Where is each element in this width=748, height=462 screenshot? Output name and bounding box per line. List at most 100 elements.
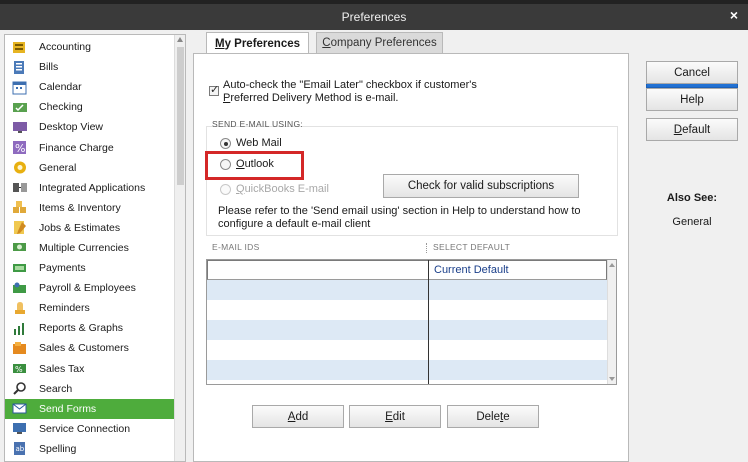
add-button[interactable]: Add	[252, 405, 344, 428]
close-icon[interactable]: ×	[730, 7, 738, 23]
svg-text:%: %	[15, 142, 25, 155]
sidebar-item-jobs-estimates[interactable]: Jobs & Estimates	[5, 218, 175, 238]
sidebar-item-payroll-employees[interactable]: Payroll & Employees	[5, 278, 175, 298]
tab-company-preferences[interactable]: Company Preferences	[316, 32, 443, 54]
help-button[interactable]: Help	[646, 88, 738, 111]
send-email-group-label: SEND E-MAIL USING:	[212, 119, 304, 129]
sidebar-item-label: Search	[39, 382, 73, 395]
reminders-icon	[11, 301, 29, 316]
sidebar-item-send-forms[interactable]: Send Forms	[5, 398, 175, 419]
sidebar-list: Accounting Bills Calendar Checking Desktop V…	[5, 37, 175, 459]
sidebar-item-items-inventory[interactable]: Items & Inventory	[5, 198, 175, 218]
sidebar-item-checking[interactable]: Checking	[5, 97, 175, 117]
sidebar-item-label: Payroll & Employees	[39, 282, 136, 295]
sidebar-item-finance-charge[interactable]: % Finance Charge	[5, 137, 175, 157]
also-see-title: Also See:	[666, 192, 718, 204]
title-bar: Preferences ×	[0, 0, 748, 30]
items-inventory-icon	[11, 200, 29, 215]
sidebar-item-label: Items & Inventory	[39, 201, 121, 214]
sidebar-item-label: Sales & Customers	[39, 342, 129, 355]
checking-icon	[11, 100, 29, 115]
my-preferences-panel	[193, 53, 629, 462]
sidebar-item-calendar[interactable]: Calendar	[5, 77, 175, 97]
sidebar-item-reports-graphs[interactable]: Reports & Graphs	[5, 318, 175, 338]
radio-quickbooks-email-label: QuickBooks E-mail	[236, 183, 329, 195]
sidebar-item-service-connection[interactable]: Service Connection	[5, 419, 175, 439]
sidebar-item-label: Calendar	[39, 81, 82, 94]
auto-check-label: Auto-check the "Email Later" checkbox if…	[223, 79, 523, 105]
table-row[interactable]	[207, 280, 607, 300]
scrollbar-thumb[interactable]	[177, 47, 184, 185]
sidebar-item-label: Bills	[39, 61, 59, 74]
table-row[interactable]	[207, 340, 607, 360]
finance-charge-icon: %	[11, 140, 29, 155]
edit-button[interactable]: Edit	[349, 405, 441, 428]
check-valid-subscriptions-button[interactable]: Check for valid subscriptions	[383, 174, 579, 198]
default-button[interactable]: Default	[646, 118, 738, 141]
sidebar-item-desktop-view[interactable]: Desktop View	[5, 117, 175, 137]
search-icon	[11, 381, 29, 396]
edit-accesskey: E	[385, 410, 393, 423]
sidebar-item-integrated-applications[interactable]: Integrated Applications	[5, 178, 175, 198]
sidebar-item-spelling[interactable]: ab Spelling	[5, 439, 175, 459]
tab-my-preferences-accesskey: M	[214, 37, 225, 50]
bills-icon	[11, 60, 29, 75]
spelling-icon: ab	[11, 441, 29, 456]
sidebar-item-label: Desktop View	[39, 121, 104, 134]
sales-customers-icon	[11, 341, 29, 356]
tab-my-preferences[interactable]: My Preferences	[206, 32, 309, 54]
radio-web-mail[interactable]	[220, 138, 231, 149]
tab-my-preferences-label: y Preferences	[224, 37, 301, 50]
auto-check-label-line1: Auto-check the "Email Later" checkbox if…	[223, 79, 477, 91]
sidebar-item-label: Multiple Currencies	[39, 241, 129, 254]
sidebar-item-search[interactable]: Search	[5, 379, 175, 399]
sidebar-item-reminders[interactable]: Reminders	[5, 298, 175, 318]
edit-label: dit	[392, 410, 405, 423]
table-row[interactable]	[207, 300, 607, 320]
calendar-icon	[11, 80, 29, 95]
sidebar-item-multiple-currencies[interactable]: Multiple Currencies	[5, 238, 175, 258]
column-header-email-ids: E-MAIL IDS	[212, 242, 260, 252]
sidebar-item-accounting[interactable]: Accounting	[5, 37, 175, 57]
send-forms-icon	[11, 401, 29, 416]
jobs-estimates-icon	[11, 220, 29, 235]
sidebar-item-general[interactable]: General	[5, 158, 175, 178]
sidebar-item-sales-customers[interactable]: Sales & Customers	[5, 338, 175, 358]
sidebar-item-sales-tax[interactable]: % Sales Tax	[5, 359, 175, 379]
sidebar-item-bills[interactable]: Bills	[5, 57, 175, 77]
radio-quickbooks-email	[220, 184, 231, 195]
sidebar-item-label: Finance Charge	[39, 141, 114, 154]
auto-check-email-later-checkbox[interactable]: ✓	[209, 84, 219, 96]
sidebar-item-label: Integrated Applications	[39, 181, 146, 194]
add-label: dd	[295, 410, 309, 423]
sidebar-item-label: Sales Tax	[39, 362, 85, 375]
tab-company-preferences-label: ompany Preferences	[330, 37, 437, 49]
scroll-up-icon[interactable]	[609, 263, 615, 267]
table-row[interactable]	[207, 320, 607, 340]
delete-label-pre: Dele	[476, 410, 501, 423]
scroll-up-icon[interactable]	[177, 37, 183, 42]
also-see-general-link[interactable]: General	[646, 216, 738, 228]
column-header-separator	[426, 243, 427, 253]
sidebar-item-payments[interactable]: Payments	[5, 258, 175, 278]
sidebar-item-label: Jobs & Estimates	[39, 221, 121, 234]
sidebar-item-label: Spelling	[39, 442, 77, 455]
sidebar-item-label: Accounting	[39, 41, 91, 54]
radio-web-mail-label[interactable]: Web Mail	[236, 137, 282, 149]
auto-check-label-line2-rest: referred Delivery Method is e-mail.	[230, 92, 399, 104]
desktop-view-icon	[11, 120, 29, 135]
quickbooks-email-accesskey: Q	[236, 183, 245, 195]
table-row[interactable]: Current Default	[207, 260, 607, 280]
delete-button[interactable]: Dele t e	[447, 405, 539, 428]
payments-icon	[11, 261, 29, 276]
scroll-down-icon[interactable]	[609, 377, 615, 381]
tab-company-preferences-accesskey: C	[322, 37, 331, 49]
table-cell-select-default[interactable]: Current Default	[434, 264, 509, 276]
add-accesskey: A	[287, 410, 296, 423]
table-scrollbar[interactable]	[607, 260, 616, 384]
sidebar-scrollbar[interactable]	[174, 35, 185, 461]
cancel-button[interactable]: Cancel	[646, 61, 738, 84]
table-row[interactable]	[207, 360, 607, 380]
sidebar-item-label: General	[39, 161, 77, 174]
quickbooks-email-label-rest: uickBooks E-mail	[244, 183, 329, 195]
